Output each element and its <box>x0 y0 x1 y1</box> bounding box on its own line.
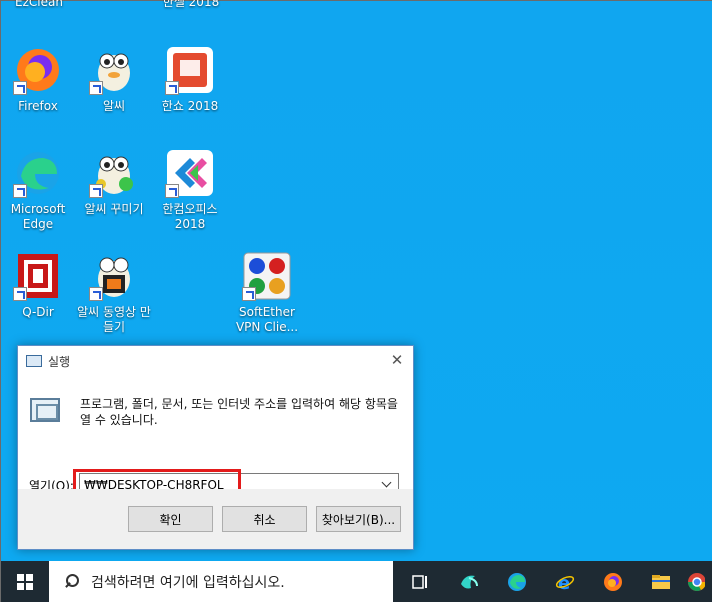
desktop-icon-label: 알씨 꾸미기 <box>84 202 144 216</box>
taskbar-pinned-apps: e <box>397 561 705 602</box>
search-icon <box>63 574 79 590</box>
windows-logo-icon <box>17 574 33 590</box>
desktop-icon-alsee-video[interactable]: 알씨 동영상 만들기 <box>74 251 154 335</box>
desktop-icon-label: 한쇼 2018 <box>161 99 219 113</box>
run-dialog-footer: 확인 취소 찾아보기(B)... <box>18 489 413 549</box>
run-dialog: 실행 ✕ 프로그램, 폴더, 문서, 또는 인터넷 주소를 입력하여 해당 항목… <box>17 345 414 550</box>
alsee-decorate-icon <box>89 148 139 198</box>
qdir-icon <box>13 251 63 301</box>
desktop-icon-label: 알씨 동영상 만들기 <box>77 305 151 334</box>
desktop-icon-alsee-decorate[interactable]: 알씨 꾸미기 <box>74 148 154 217</box>
desktop-icon-hancell[interactable]: 한셀 2018 <box>151 0 231 10</box>
desktop-icon-edge[interactable]: Microsoft Edge <box>0 148 78 232</box>
taskbar-app-icon[interactable] <box>445 561 493 602</box>
desktop-icon-label: 알씨 <box>102 99 126 113</box>
internet-explorer-icon: e <box>555 573 575 592</box>
taskbar-chrome[interactable] <box>685 561 705 602</box>
shortcut-arrow-icon <box>89 184 103 198</box>
shortcut-arrow-icon <box>89 81 103 95</box>
desktop-icon-hanshow[interactable]: 한쇼 2018 <box>150 45 230 114</box>
hanshow-icon <box>165 45 215 95</box>
desktop-icon-qdir[interactable]: Q-Dir <box>0 251 78 320</box>
shortcut-arrow-icon <box>13 81 27 95</box>
desktop-icon-label: 한셀 2018 <box>162 0 220 9</box>
svg-text:e: e <box>558 573 570 592</box>
desktop-icon-label: 한컴오피스 2018 <box>162 202 218 231</box>
desktop: EzClean 한셀 2018 Firefox 알씨 한쇼 2018 Micro… <box>0 0 712 561</box>
shortcut-arrow-icon <box>165 81 179 95</box>
hancom-office-icon <box>165 148 215 198</box>
edge-icon <box>508 573 526 591</box>
taskbar: 검색하려면 여기에 입력하십시오. e <box>1 561 712 602</box>
desktop-icon-ezclean[interactable]: EzClean <box>0 0 79 10</box>
search-placeholder: 검색하려면 여기에 입력하십시오. <box>91 575 285 591</box>
task-view-button[interactable] <box>397 561 445 602</box>
swirl-app-icon <box>461 575 478 589</box>
desktop-icon-label: EzClean <box>15 0 63 9</box>
run-dialog-body: 프로그램, 폴더, 문서, 또는 인터넷 주소를 입력하여 해당 항목을 열 수… <box>18 376 413 502</box>
desktop-icon-label: Firefox <box>18 99 58 113</box>
desktop-icon-label: Q-Dir <box>22 305 54 319</box>
taskbar-edge[interactable] <box>493 561 541 602</box>
start-button[interactable] <box>1 561 49 602</box>
firefox-icon <box>13 45 63 95</box>
desktop-icon-hancom-office[interactable]: 한컴오피스 2018 <box>150 148 230 232</box>
shortcut-arrow-icon <box>89 287 103 301</box>
ok-button[interactable]: 확인 <box>128 506 213 532</box>
desktop-icon-label: SoftEther VPN Clie... <box>235 305 299 334</box>
desktop-icon-label: Microsoft Edge <box>10 202 66 231</box>
taskbar-file-explorer[interactable] <box>637 561 685 602</box>
run-large-icon <box>30 398 60 422</box>
close-icon[interactable]: ✕ <box>389 352 405 368</box>
taskbar-search-box[interactable]: 검색하려면 여기에 입력하십시오. <box>49 561 393 602</box>
desktop-icon-softether[interactable]: SoftEther VPN Clie... <box>227 251 307 335</box>
task-view-icon <box>412 575 427 589</box>
edge-icon <box>13 148 63 198</box>
softether-icon <box>242 251 292 301</box>
shortcut-arrow-icon <box>13 184 27 198</box>
run-dialog-titlebar[interactable]: 실행 <box>18 346 413 376</box>
firefox-icon <box>604 573 622 591</box>
alsee-video-icon <box>89 251 139 301</box>
alsee-icon <box>89 45 139 95</box>
desktop-icon-firefox[interactable]: Firefox <box>0 45 78 114</box>
cancel-button[interactable]: 취소 <box>222 506 307 532</box>
taskbar-internet-explorer[interactable]: e <box>541 561 589 602</box>
run-dialog-title: 실행 <box>48 354 71 369</box>
chrome-icon <box>688 573 705 591</box>
browse-button[interactable]: 찾아보기(B)... <box>316 506 401 532</box>
desktop-icon-alsee[interactable]: 알씨 <box>74 45 154 114</box>
shortcut-arrow-icon <box>242 287 256 301</box>
taskbar-firefox[interactable] <box>589 561 637 602</box>
folder-icon <box>652 575 670 589</box>
run-icon <box>26 355 42 367</box>
shortcut-arrow-icon <box>13 287 27 301</box>
run-dialog-description: 프로그램, 폴더, 문서, 또는 인터넷 주소를 입력하여 해당 항목을 열 수… <box>80 397 398 427</box>
shortcut-arrow-icon <box>165 184 179 198</box>
